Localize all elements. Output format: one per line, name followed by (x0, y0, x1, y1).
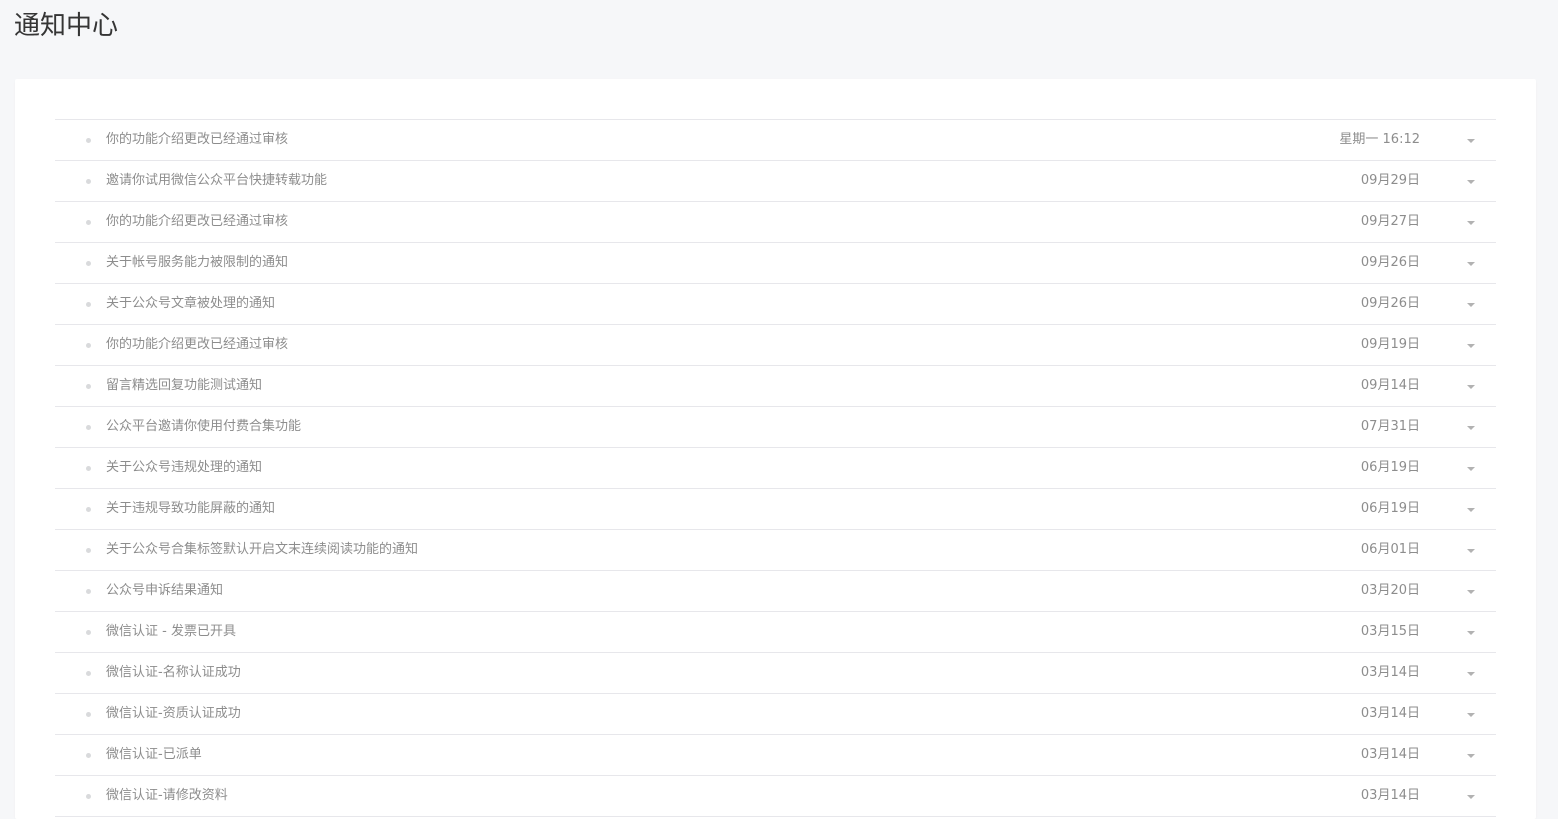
notification-title[interactable]: 你的功能介绍更改已经通过审核 (106, 120, 288, 160)
notification-date: 09月27日 (1360, 214, 1420, 229)
notification-title[interactable]: 微信认证 - 发票已开具 (106, 612, 236, 652)
bullet-dot-icon (86, 548, 91, 553)
notification-date: 06月01日 (1360, 542, 1420, 557)
bullet-dot-icon (86, 179, 91, 184)
expand-caret-down-icon[interactable] (1467, 467, 1475, 471)
notification-title[interactable]: 微信认证-名称认证成功 (106, 653, 241, 693)
notification-title[interactable]: 微信认证-资质认证成功 (106, 694, 241, 734)
notification-row[interactable]: 关于公众号文章被处理的通知 09月26日 (55, 284, 1496, 325)
notification-row[interactable]: 微信认证 - 发票已开具 03月15日 (55, 612, 1496, 653)
notification-title[interactable]: 公众号申诉结果通知 (106, 571, 223, 611)
expand-caret-down-icon[interactable] (1467, 795, 1475, 799)
expand-caret-down-icon[interactable] (1467, 344, 1475, 348)
notification-title[interactable]: 关于帐号服务能力被限制的通知 (106, 243, 288, 283)
notification-row[interactable]: 关于公众号违规处理的通知 06月19日 (55, 448, 1496, 489)
notification-row[interactable]: 微信认证-资质认证成功 03月14日 (55, 694, 1496, 735)
bullet-dot-icon (86, 630, 91, 635)
expand-caret-down-icon[interactable] (1467, 426, 1475, 430)
notification-row[interactable]: 你的功能介绍更改已经通过审核 09月27日 (55, 202, 1496, 243)
notification-row[interactable]: 微信认证-请修改资料 03月14日 (55, 776, 1496, 817)
notification-date: 03月15日 (1360, 624, 1420, 639)
bullet-dot-icon (86, 794, 91, 799)
notification-row[interactable]: 邀请你试用微信公众平台快捷转载功能 09月29日 (55, 161, 1496, 202)
notification-date: 03月14日 (1360, 706, 1420, 721)
bullet-dot-icon (86, 343, 91, 348)
bullet-dot-icon (86, 302, 91, 307)
notification-date: 09月26日 (1360, 296, 1420, 311)
expand-caret-down-icon[interactable] (1467, 754, 1475, 758)
bullet-dot-icon (86, 466, 91, 471)
notification-row[interactable]: 微信认证-已派单 03月14日 (55, 735, 1496, 776)
notification-title[interactable]: 留言精选回复功能测试通知 (106, 366, 262, 406)
notification-row[interactable]: 关于帐号服务能力被限制的通知 09月26日 (55, 243, 1496, 284)
notification-title[interactable]: 微信认证-已派单 (106, 735, 202, 775)
bullet-dot-icon (86, 507, 91, 512)
notification-row[interactable]: 公众号申诉结果通知 03月20日 (55, 571, 1496, 612)
notification-list: 你的功能介绍更改已经通过审核 星期一 16:12 邀请你试用微信公众平台快捷转载… (55, 119, 1496, 817)
notification-date: 09月14日 (1360, 378, 1420, 393)
bullet-dot-icon (86, 589, 91, 594)
notification-row[interactable]: 你的功能介绍更改已经通过审核 星期一 16:12 (55, 120, 1496, 161)
notification-row[interactable]: 你的功能介绍更改已经通过审核 09月19日 (55, 325, 1496, 366)
page-title: 通知中心 (14, 11, 119, 41)
notification-date: 星期一 16:12 (1339, 132, 1420, 147)
bullet-dot-icon (86, 261, 91, 266)
notification-row[interactable]: 公众平台邀请你使用付费合集功能 07月31日 (55, 407, 1496, 448)
notification-row[interactable]: 关于违规导致功能屏蔽的通知 06月19日 (55, 489, 1496, 530)
notification-date: 09月29日 (1360, 173, 1420, 188)
bullet-dot-icon (86, 425, 91, 430)
notification-date: 03月20日 (1360, 583, 1420, 598)
expand-caret-down-icon[interactable] (1467, 631, 1475, 635)
notification-row[interactable]: 微信认证-名称认证成功 03月14日 (55, 653, 1496, 694)
notification-title[interactable]: 关于公众号违规处理的通知 (106, 448, 262, 488)
expand-caret-down-icon[interactable] (1467, 590, 1475, 594)
notification-date: 06月19日 (1360, 460, 1420, 475)
bullet-dot-icon (86, 671, 91, 676)
notification-title[interactable]: 微信认证-请修改资料 (106, 776, 228, 816)
notification-date: 09月19日 (1360, 337, 1420, 352)
expand-caret-down-icon[interactable] (1467, 303, 1475, 307)
notification-panel: 你的功能介绍更改已经通过审核 星期一 16:12 邀请你试用微信公众平台快捷转载… (15, 79, 1536, 819)
notification-date: 03月14日 (1360, 747, 1420, 762)
notification-title[interactable]: 邀请你试用微信公众平台快捷转载功能 (106, 161, 327, 201)
expand-caret-down-icon[interactable] (1467, 180, 1475, 184)
expand-caret-down-icon[interactable] (1467, 713, 1475, 717)
notification-date: 06月19日 (1360, 501, 1420, 516)
notification-date: 07月31日 (1360, 419, 1420, 434)
bullet-dot-icon (86, 220, 91, 225)
notification-row[interactable]: 留言精选回复功能测试通知 09月14日 (55, 366, 1496, 407)
notification-title[interactable]: 你的功能介绍更改已经通过审核 (106, 202, 288, 242)
notification-title[interactable]: 关于公众号合集标签默认开启文末连续阅读功能的通知 (106, 530, 418, 570)
expand-caret-down-icon[interactable] (1467, 139, 1475, 143)
expand-caret-down-icon[interactable] (1467, 672, 1475, 676)
bullet-dot-icon (86, 753, 91, 758)
notification-date: 03月14日 (1360, 665, 1420, 680)
bullet-dot-icon (86, 384, 91, 389)
notification-title[interactable]: 公众平台邀请你使用付费合集功能 (106, 407, 301, 447)
notification-title[interactable]: 你的功能介绍更改已经通过审核 (106, 325, 288, 365)
expand-caret-down-icon[interactable] (1467, 385, 1475, 389)
notification-title[interactable]: 关于公众号文章被处理的通知 (106, 284, 275, 324)
notification-date: 09月26日 (1360, 255, 1420, 270)
bullet-dot-icon (86, 138, 91, 143)
expand-caret-down-icon[interactable] (1467, 549, 1475, 553)
notification-title[interactable]: 关于违规导致功能屏蔽的通知 (106, 489, 275, 529)
notification-row[interactable]: 关于公众号合集标签默认开启文末连续阅读功能的通知 06月01日 (55, 530, 1496, 571)
expand-caret-down-icon[interactable] (1467, 508, 1475, 512)
bullet-dot-icon (86, 712, 91, 717)
expand-caret-down-icon[interactable] (1467, 262, 1475, 266)
notification-date: 03月14日 (1360, 788, 1420, 803)
expand-caret-down-icon[interactable] (1467, 221, 1475, 225)
